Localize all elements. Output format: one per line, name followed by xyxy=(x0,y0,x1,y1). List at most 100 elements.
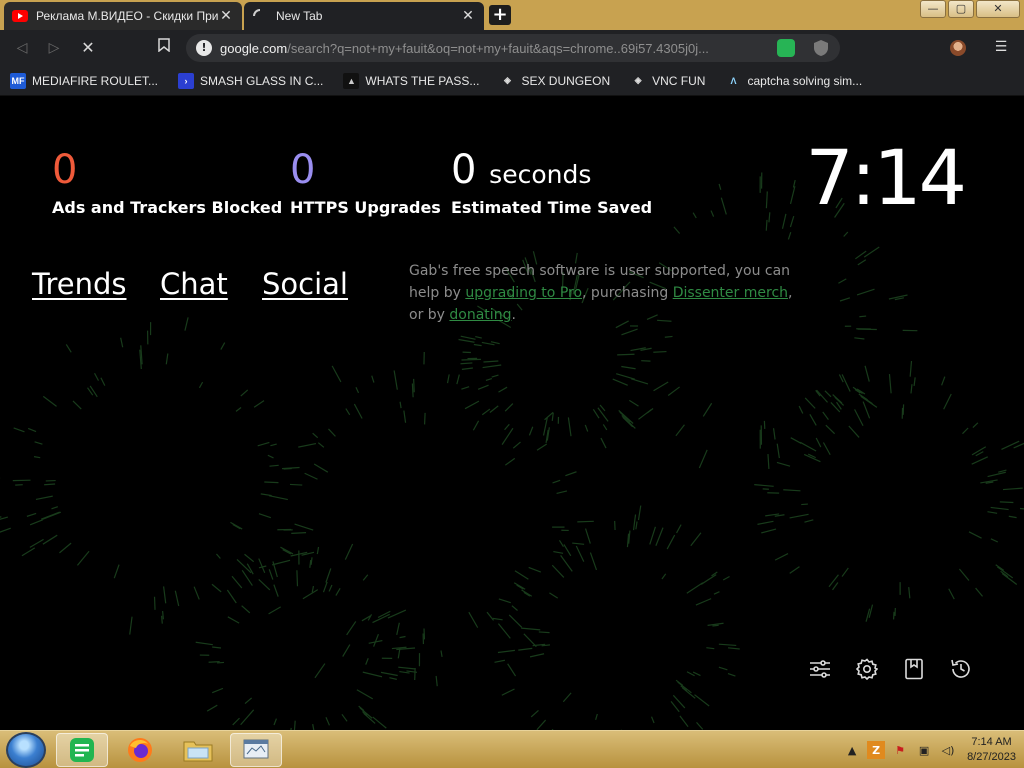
background-streak xyxy=(692,212,697,219)
tab-mvideo[interactable]: Реклама М.ВИДЕО - Скидки При ✕ xyxy=(4,2,242,30)
lock-icon: ▲ xyxy=(343,72,360,89)
social-link[interactable]: Social xyxy=(262,267,348,301)
close-window-button[interactable]: ✕ xyxy=(976,0,1020,18)
background-streak xyxy=(987,471,1006,478)
window-controls: — ▢ ✕ xyxy=(918,0,1020,18)
background-streak xyxy=(403,410,407,423)
background-streak xyxy=(995,564,1005,571)
bookmark-item[interactable]: MF MEDIAFIRE ROULET... xyxy=(10,72,159,89)
maximize-button[interactable]: ▢ xyxy=(948,0,974,18)
close-tab-icon[interactable]: ✕ xyxy=(460,8,476,24)
background-streak xyxy=(311,585,315,593)
background-streak xyxy=(365,658,369,665)
background-streak xyxy=(489,405,499,413)
merch-link[interactable]: Dissenter merch xyxy=(673,285,788,301)
background-streak xyxy=(987,511,998,514)
background-streak xyxy=(33,456,41,459)
background-streak xyxy=(356,689,374,700)
background-streak xyxy=(584,528,591,544)
background-streak xyxy=(765,219,768,231)
background-streak xyxy=(232,717,240,726)
new-tab-button[interactable]: + xyxy=(489,5,511,25)
background-streak xyxy=(700,574,717,585)
bookmark-icon[interactable] xyxy=(154,38,174,58)
background-streak xyxy=(331,365,342,383)
background-streak xyxy=(316,546,320,555)
background-streak xyxy=(184,317,189,331)
taskbar-app-explorer[interactable] xyxy=(172,733,224,767)
minimize-button[interactable]: — xyxy=(920,0,946,18)
taskbar-app-notes[interactable] xyxy=(56,733,108,767)
bookmark-item[interactable]: ▲ WHATS THE PASS... xyxy=(343,72,479,89)
background-streak xyxy=(567,417,572,437)
network-icon[interactable]: ▣ xyxy=(915,741,933,759)
taskbar-clock[interactable]: 7:14 AM 8/27/2023 xyxy=(967,735,1016,765)
background-streak xyxy=(529,653,545,658)
taskbar-app-window[interactable] xyxy=(230,733,282,767)
tab-new-tab[interactable]: New Tab ✕ xyxy=(244,2,484,30)
background-streak xyxy=(720,197,727,215)
close-tab-icon[interactable]: ✕ xyxy=(218,8,234,24)
action-center-flag-icon[interactable]: ⚑ xyxy=(891,741,909,759)
background-streak xyxy=(670,701,680,713)
menu-icon[interactable]: ☰ xyxy=(994,40,1008,54)
bookmark-item[interactable]: Λ captcha solving sim... xyxy=(725,73,862,89)
stop-loading-icon[interactable]: ✕ xyxy=(78,38,98,58)
donate-link[interactable]: donating xyxy=(449,307,511,323)
tray-app-icon[interactable]: Z xyxy=(867,741,886,759)
tray-expand-icon[interactable]: ▲ xyxy=(843,741,861,759)
background-streak xyxy=(962,427,969,435)
background-streak xyxy=(706,647,715,650)
background-streak xyxy=(226,589,237,604)
forward-arrow-icon[interactable]: ▷ xyxy=(44,38,64,58)
background-streak xyxy=(267,454,274,459)
background-streak xyxy=(460,335,476,340)
history-icon[interactable] xyxy=(947,655,975,683)
background-streak xyxy=(317,442,325,448)
bookmark-item[interactable]: ◈ VNC FUN xyxy=(630,73,706,89)
background-streak xyxy=(544,411,554,421)
site-info-icon[interactable]: ! xyxy=(196,40,212,56)
background-streak xyxy=(302,589,319,600)
background-streak xyxy=(975,587,984,597)
time-saved-count: 0 seconds xyxy=(451,147,591,193)
avatar[interactable] xyxy=(950,40,966,56)
background-streak xyxy=(481,408,491,416)
bookmark-item[interactable]: ◈ SEX DUNGEON xyxy=(499,73,610,89)
background-streak xyxy=(1008,515,1017,519)
background-streak xyxy=(888,373,892,394)
background-streak xyxy=(341,713,348,722)
upgrade-pro-link[interactable]: upgrading to Pro xyxy=(465,285,582,301)
taskbar-app-firefox[interactable] xyxy=(114,733,166,767)
settings-gear-icon[interactable] xyxy=(853,655,881,683)
background-streak xyxy=(830,402,841,413)
background-streak xyxy=(481,341,495,346)
background-streak xyxy=(473,343,482,347)
customize-sliders-icon[interactable] xyxy=(806,655,834,683)
background-streak xyxy=(363,712,376,724)
background-streak xyxy=(702,402,713,417)
volume-icon[interactable]: ◁) xyxy=(939,741,957,759)
background-streak xyxy=(628,530,631,544)
background-streak xyxy=(767,454,770,469)
bookmark-label: MEDIAFIRE ROULET... xyxy=(32,73,159,88)
folder-icon xyxy=(183,741,213,762)
bookmark-item[interactable]: › SMASH GLASS IN C... xyxy=(178,72,323,89)
back-arrow-icon[interactable]: ◁ xyxy=(12,38,32,58)
background-streak xyxy=(485,378,493,382)
background-streak xyxy=(232,523,241,530)
background-streak xyxy=(854,409,864,426)
extension-icon[interactable] xyxy=(777,39,795,57)
background-streak xyxy=(269,464,279,467)
shield-icon[interactable] xyxy=(812,39,830,57)
chat-link[interactable]: Chat xyxy=(160,267,228,301)
address-bar[interactable]: ! google.com /search?q=not+my+fauit&oq=n… xyxy=(186,34,840,62)
chevron-icon: › xyxy=(178,72,195,89)
bookmarks-icon[interactable] xyxy=(900,655,928,683)
background-streak xyxy=(13,427,25,433)
trends-link[interactable]: Trends xyxy=(32,267,126,301)
background-streak xyxy=(650,716,655,724)
background-streak xyxy=(710,210,715,217)
start-button[interactable] xyxy=(6,732,46,768)
background-streak xyxy=(371,375,375,383)
